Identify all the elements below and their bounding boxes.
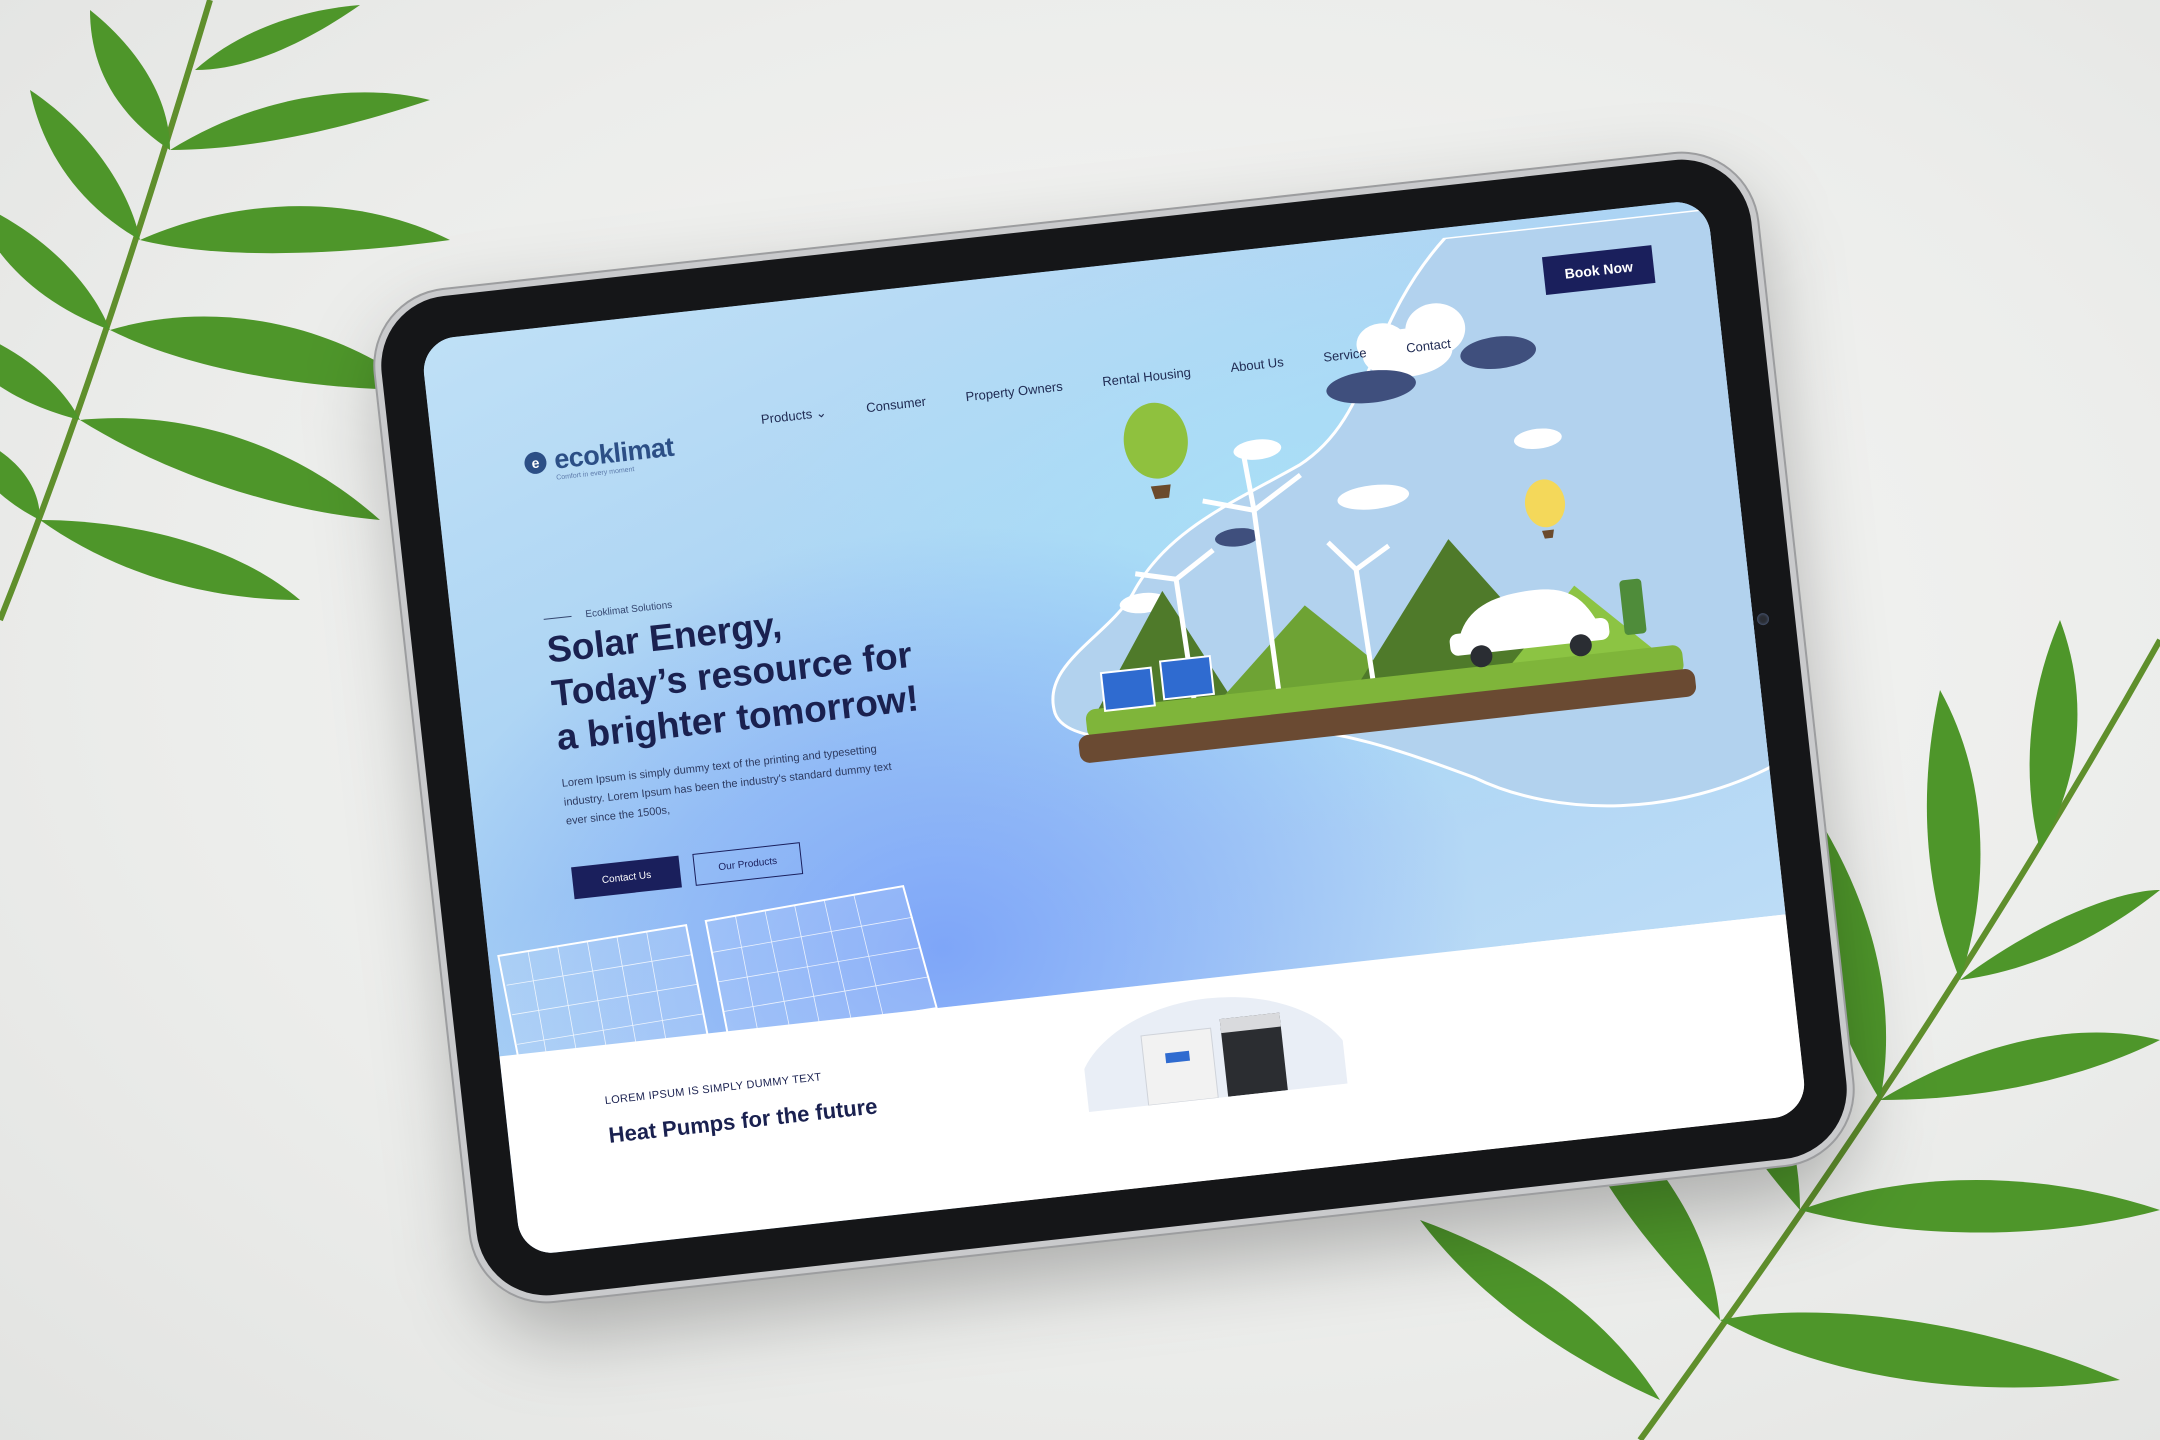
hot-air-balloon-icon xyxy=(1123,402,1188,500)
logo-icon: e xyxy=(523,450,548,475)
chevron-down-icon: ⌄ xyxy=(814,404,828,421)
website-screen: e ecoklimat Comfort in every moment Prod… xyxy=(420,198,1808,1257)
camera-icon xyxy=(1756,612,1770,626)
eyebrow-divider xyxy=(543,615,572,620)
eco-landscape-illustration xyxy=(1051,208,1777,808)
tablet: e ecoklimat Comfort in every moment Prod… xyxy=(374,152,1854,1303)
